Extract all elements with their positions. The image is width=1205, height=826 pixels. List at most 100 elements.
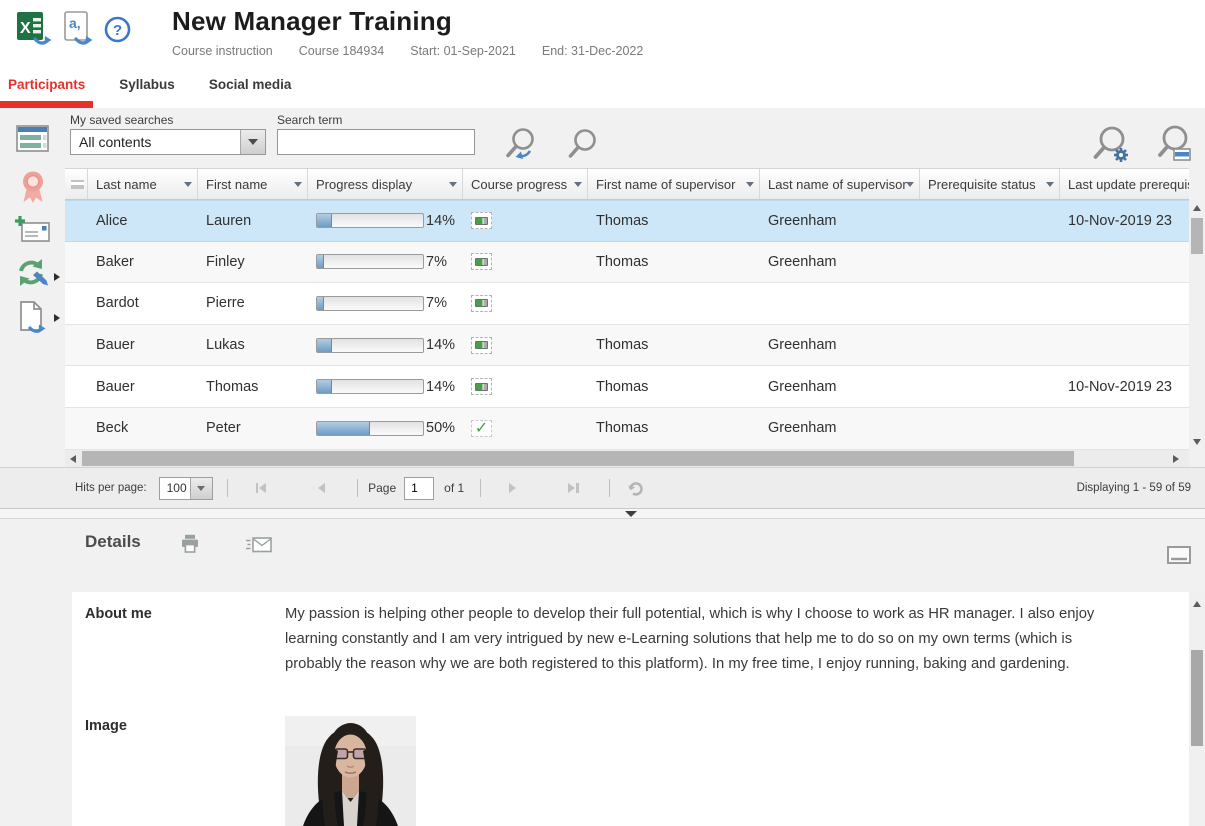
progress-bar [316, 296, 424, 311]
table-row[interactable]: Alice Lauren 14% Thomas Greenham 10-Nov-… [65, 200, 1189, 242]
table-row[interactable]: Bauer Thomas 14% Thomas Greenham 10-Nov-… [65, 366, 1189, 408]
text-export-icon[interactable]: a, [61, 10, 95, 46]
column-menu-icon[interactable] [449, 182, 457, 187]
course-type: Course instruction [172, 44, 273, 58]
scroll-left-button[interactable] [65, 451, 81, 467]
column-header-last-update-prerequisite[interactable]: Last update prerequis [1060, 169, 1189, 199]
send-email-icon[interactable] [246, 537, 272, 558]
cell-last-name: Alice [88, 213, 198, 229]
cell-progress: 7% [308, 254, 463, 270]
table-row[interactable]: Bauer Lukas 14% Thomas Greenham [65, 325, 1189, 367]
column-label: Last name [96, 177, 157, 192]
column-header-course-progress[interactable]: Course progress [463, 169, 588, 199]
column-menu-icon[interactable] [574, 182, 582, 187]
cell-supervisor-last: Greenham [760, 254, 920, 270]
page-title: New Manager Training [172, 6, 643, 37]
cell-last-name: Beck [88, 420, 198, 436]
search-settings-icon[interactable] [1092, 124, 1134, 171]
hits-per-page-select[interactable]: 100 [159, 477, 213, 500]
column-menu-icon[interactable] [1046, 182, 1054, 187]
scrollbar-thumb[interactable] [1191, 650, 1203, 746]
search-term-label: Search term [277, 113, 342, 127]
tab-syllabus[interactable]: Syllabus [119, 77, 175, 92]
course-completed-check-icon: ✓ [471, 420, 492, 437]
course-number: Course 184934 [299, 44, 384, 58]
column-menu-icon[interactable] [906, 182, 914, 187]
column-header-first-name[interactable]: First name [198, 169, 308, 199]
details-vertical-scrollbar[interactable] [1189, 592, 1205, 826]
table-horizontal-scrollbar[interactable] [65, 450, 1189, 467]
column-header-supervisor-last-name[interactable]: Last name of supervisor [760, 169, 920, 199]
cell-progress: 14% [308, 379, 463, 395]
export-document-icon[interactable] [17, 301, 47, 340]
column-menu-icon[interactable] [746, 182, 754, 187]
cell-first-name: Lukas [198, 337, 308, 353]
first-page-button[interactable] [256, 483, 267, 493]
cell-supervisor-first: Thomas [588, 420, 760, 436]
saved-searches-dropdown-button[interactable] [240, 130, 265, 154]
hits-per-page-label: Hits per page: [75, 482, 147, 494]
tab-participants[interactable]: Participants [8, 77, 85, 92]
search-term-input[interactable] [277, 129, 475, 155]
overview-form-icon[interactable] [16, 125, 50, 158]
details-title: Details [85, 532, 141, 552]
saved-searches-select[interactable]: All contents [70, 129, 266, 155]
help-icon[interactable]: ? [104, 16, 131, 43]
table-row[interactable]: Bardot Pierre 7% [65, 283, 1189, 325]
search-icon[interactable] [566, 126, 600, 169]
hits-per-page-dropdown-button[interactable] [190, 478, 212, 499]
refresh-icon[interactable] [626, 479, 645, 498]
progress-percent: 7% [426, 295, 447, 311]
last-page-button[interactable] [568, 483, 579, 493]
cell-first-name: Finley [198, 254, 308, 270]
sync-edit-icon[interactable] [14, 257, 50, 294]
progress-bar [316, 213, 424, 228]
collapse-panel-icon[interactable] [1167, 546, 1191, 569]
course-progress-status-icon [471, 295, 492, 312]
excel-export-icon[interactable]: X [16, 10, 52, 46]
progress-percent: 7% [426, 254, 447, 270]
sync-edit-submenu-arrow[interactable] [54, 273, 60, 281]
certificate-icon[interactable] [19, 170, 47, 209]
column-header-supervisor-first-name[interactable]: First name of supervisor [588, 169, 760, 199]
scroll-up-button[interactable] [1189, 596, 1205, 612]
column-header-progress-display[interactable]: Progress display [308, 169, 463, 199]
column-handle[interactable] [65, 169, 88, 199]
scrollbar-thumb[interactable] [1191, 218, 1203, 254]
search-profile-icon[interactable] [1155, 124, 1197, 171]
course-progress-status-icon [471, 253, 492, 270]
cell-progress: 7% [308, 295, 463, 311]
previous-page-button[interactable] [318, 483, 325, 493]
cell-first-name: Lauren [198, 213, 308, 229]
new-message-icon[interactable] [14, 215, 52, 250]
cell-supervisor-first: Thomas [588, 213, 760, 229]
cell-last-name: Baker [88, 254, 198, 270]
scroll-down-button[interactable] [1189, 434, 1205, 450]
page-number-input[interactable] [404, 477, 434, 500]
tab-social-media[interactable]: Social media [209, 77, 292, 92]
column-label: First name of supervisor [596, 177, 735, 192]
column-header-last-name[interactable]: Last name [88, 169, 198, 199]
page-of-label: of 1 [444, 481, 464, 495]
svg-text:a,: a, [69, 15, 81, 31]
export-document-submenu-arrow[interactable] [54, 314, 60, 322]
participant-photo [285, 716, 416, 826]
splitter-collapse-icon[interactable] [625, 511, 637, 517]
scroll-right-button[interactable] [1168, 451, 1184, 467]
print-icon[interactable] [180, 534, 200, 558]
table-row[interactable]: Beck Peter 50% ✓ Thomas Greenham [65, 408, 1189, 450]
results-count-label: Displaying 1 - 59 of 59 [1077, 482, 1191, 494]
panel-splitter[interactable] [0, 509, 1205, 519]
column-menu-icon[interactable] [294, 182, 302, 187]
column-label: Course progress [471, 177, 567, 192]
column-menu-icon[interactable] [184, 182, 192, 187]
scroll-up-button[interactable] [1189, 200, 1205, 216]
next-page-button[interactable] [509, 483, 516, 493]
column-header-prerequisite-status[interactable]: Prerequisite status [920, 169, 1060, 199]
scrollbar-thumb[interactable] [82, 451, 1074, 466]
column-label: Progress display [316, 177, 412, 192]
table-row[interactable]: Baker Finley 7% Thomas Greenham [65, 242, 1189, 284]
reset-search-icon[interactable] [502, 126, 538, 169]
course-meta: Course instruction Course 184934 Start: … [172, 44, 643, 58]
table-vertical-scrollbar[interactable] [1189, 200, 1205, 450]
